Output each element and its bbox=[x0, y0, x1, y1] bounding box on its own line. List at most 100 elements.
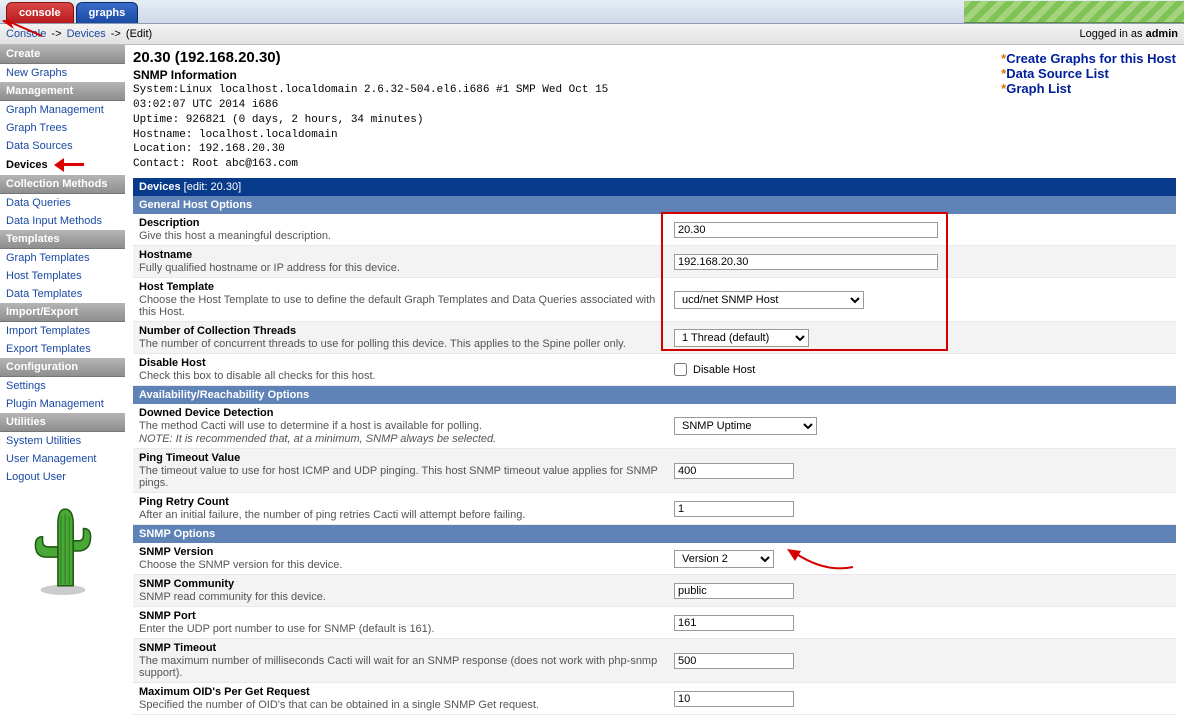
desc-hostname: Fully qualified hostname or IP address f… bbox=[139, 262, 674, 274]
section-snmp-options: SNMP Options bbox=[133, 525, 1176, 543]
desc-ping-timeout: The timeout value to use for host ICMP a… bbox=[139, 465, 674, 489]
desc-description: Give this host a meaningful description. bbox=[139, 230, 674, 242]
host-template-select[interactable]: ucd/net SNMP Host bbox=[674, 291, 864, 309]
logged-in-user: admin bbox=[1146, 28, 1178, 40]
section-availability: Availability/Reachability Options bbox=[133, 386, 1176, 404]
sidebar-item-graph-management[interactable]: Graph Management bbox=[0, 101, 125, 119]
annotation-arrow-devices bbox=[54, 158, 90, 172]
header-decoration bbox=[964, 1, 1184, 23]
sidebar-item-data-templates[interactable]: Data Templates bbox=[0, 285, 125, 303]
row-snmp-version: SNMP Version Choose the SNMP version for… bbox=[133, 543, 1176, 575]
row-downed-detection: Downed Device Detection The method Cacti… bbox=[133, 404, 1176, 449]
row-disable-host: Disable Host Check this box to disable a… bbox=[133, 354, 1176, 386]
desc-snmp-port: Enter the UDP port number to use for SNM… bbox=[139, 623, 674, 635]
sidebar-item-plugin-management[interactable]: Plugin Management bbox=[0, 395, 125, 413]
sidebar-item-export-templates[interactable]: Export Templates bbox=[0, 340, 125, 358]
tab-graphs[interactable]: graphs bbox=[76, 2, 139, 23]
sidebar-item-devices[interactable]: Devices bbox=[0, 155, 125, 175]
top-tabs: console graphs bbox=[0, 0, 1184, 24]
cactus-icon bbox=[32, 504, 94, 596]
sidebar-header-create: Create bbox=[0, 45, 125, 64]
row-hostname: Hostname Fully qualified hostname or IP … bbox=[133, 246, 1176, 278]
label-disable-host: Disable Host bbox=[139, 357, 674, 369]
max-oids-field[interactable] bbox=[674, 691, 794, 707]
breadcrumb-devices[interactable]: Devices bbox=[67, 28, 106, 40]
sidebar-item-host-templates[interactable]: Host Templates bbox=[0, 267, 125, 285]
disable-host-checkbox[interactable] bbox=[674, 363, 687, 376]
link-graph-list[interactable]: Graph List bbox=[1001, 81, 1176, 96]
label-host-template: Host Template bbox=[139, 281, 674, 293]
logged-in-as: Logged in as admin bbox=[1080, 28, 1178, 40]
desc-max-oids: Specified the number of OID's that can b… bbox=[139, 699, 674, 711]
row-snmp-timeout: SNMP Timeout The maximum number of milli… bbox=[133, 639, 1176, 683]
ping-retry-field[interactable] bbox=[674, 501, 794, 517]
row-host-template: Host Template Choose the Host Template t… bbox=[133, 278, 1176, 322]
page-title: 20.30 (192.168.20.30) bbox=[133, 49, 608, 66]
row-ping-retry: Ping Retry Count After an initial failur… bbox=[133, 493, 1176, 525]
action-links: Create Graphs for this Host Data Source … bbox=[1001, 51, 1176, 96]
desc-snmp-timeout: The maximum number of milliseconds Cacti… bbox=[139, 655, 674, 679]
sidebar-item-graph-templates[interactable]: Graph Templates bbox=[0, 249, 125, 267]
snmp-community-field[interactable] bbox=[674, 583, 794, 599]
row-max-oids: Maximum OID's Per Get Request Specified … bbox=[133, 683, 1176, 715]
label-ping-retry: Ping Retry Count bbox=[139, 496, 674, 508]
sidebar-item-system-utilities[interactable]: System Utilities bbox=[0, 432, 125, 450]
desc-disable-host: Check this box to disable all checks for… bbox=[139, 370, 674, 382]
label-snmp-community: SNMP Community bbox=[139, 578, 674, 590]
main-content: 20.30 (192.168.20.30) SNMP Information S… bbox=[125, 45, 1184, 725]
label-snmp-port: SNMP Port bbox=[139, 610, 674, 622]
breadcrumb-sep2: -> bbox=[111, 28, 124, 40]
sidebar-header-import-export: Import/Export bbox=[0, 303, 125, 322]
sidebar-item-data-input-methods[interactable]: Data Input Methods bbox=[0, 212, 125, 230]
sidebar-header-utilities: Utilities bbox=[0, 413, 125, 432]
link-create-graphs[interactable]: Create Graphs for this Host bbox=[1001, 51, 1176, 66]
sidebar-header-collection-methods: Collection Methods bbox=[0, 175, 125, 194]
desc-host-template: Choose the Host Template to use to defin… bbox=[139, 294, 674, 318]
label-max-oids: Maximum OID's Per Get Request bbox=[139, 686, 674, 698]
sidebar-item-data-queries[interactable]: Data Queries bbox=[0, 194, 125, 212]
threads-select[interactable]: 1 Thread (default) bbox=[674, 329, 809, 347]
sidebar-header-management: Management bbox=[0, 82, 125, 101]
section-devices-edit: Devices [edit: 20.30] bbox=[133, 178, 1176, 196]
sidebar-item-logout-user[interactable]: Logout User bbox=[0, 468, 125, 486]
sidebar: Create New Graphs Management Graph Manag… bbox=[0, 45, 125, 596]
sidebar-item-user-management[interactable]: User Management bbox=[0, 450, 125, 468]
link-data-source-list[interactable]: Data Source List bbox=[1001, 66, 1176, 81]
tab-console[interactable]: console bbox=[6, 2, 74, 23]
desc-ping-retry: After an initial failure, the number of … bbox=[139, 509, 674, 521]
desc-snmp-version: Choose the SNMP version for this device. bbox=[139, 559, 674, 571]
desc-snmp-community: SNMP read community for this device. bbox=[139, 591, 674, 603]
snmp-version-select[interactable]: Version 2 bbox=[674, 550, 774, 568]
breadcrumb: Console -> Devices -> (Edit) Logged in a… bbox=[0, 24, 1184, 45]
label-hostname: Hostname bbox=[139, 249, 674, 261]
sidebar-item-import-templates[interactable]: Import Templates bbox=[0, 322, 125, 340]
sidebar-item-data-sources[interactable]: Data Sources bbox=[0, 137, 125, 155]
label-ping-timeout: Ping Timeout Value bbox=[139, 452, 674, 464]
sidebar-header-configuration: Configuration bbox=[0, 358, 125, 377]
breadcrumb-edit: (Edit) bbox=[126, 28, 152, 40]
ping-timeout-field[interactable] bbox=[674, 463, 794, 479]
description-field[interactable] bbox=[674, 222, 938, 238]
label-description: Description bbox=[139, 217, 674, 229]
sidebar-item-new-graphs[interactable]: New Graphs bbox=[0, 64, 125, 82]
row-snmp-community: SNMP Community SNMP read community for t… bbox=[133, 575, 1176, 607]
downed-select[interactable]: SNMP Uptime bbox=[674, 417, 817, 435]
breadcrumb-console[interactable]: Console bbox=[6, 28, 46, 40]
row-ping-timeout: Ping Timeout Value The timeout value to … bbox=[133, 449, 1176, 493]
label-snmp-timeout: SNMP Timeout bbox=[139, 642, 674, 654]
breadcrumb-sep: -> bbox=[51, 28, 64, 40]
snmp-port-field[interactable] bbox=[674, 615, 794, 631]
hostname-field[interactable] bbox=[674, 254, 938, 270]
note-downed: NOTE: It is recommended that, at a minim… bbox=[139, 433, 674, 445]
snmp-timeout-field[interactable] bbox=[674, 653, 794, 669]
sidebar-header-templates: Templates bbox=[0, 230, 125, 249]
row-snmp-port: SNMP Port Enter the UDP port number to u… bbox=[133, 607, 1176, 639]
sidebar-item-graph-trees[interactable]: Graph Trees bbox=[0, 119, 125, 137]
desc-downed: The method Cacti will use to determine i… bbox=[139, 420, 674, 432]
label-snmp-version: SNMP Version bbox=[139, 546, 674, 558]
desc-threads: The number of concurrent threads to use … bbox=[139, 338, 674, 350]
sidebar-item-settings[interactable]: Settings bbox=[0, 377, 125, 395]
snmp-info-block: System:Linux localhost.localdomain 2.6.3… bbox=[133, 83, 608, 172]
snmp-info-title: SNMP Information bbox=[133, 68, 608, 82]
label-downed: Downed Device Detection bbox=[139, 407, 674, 419]
